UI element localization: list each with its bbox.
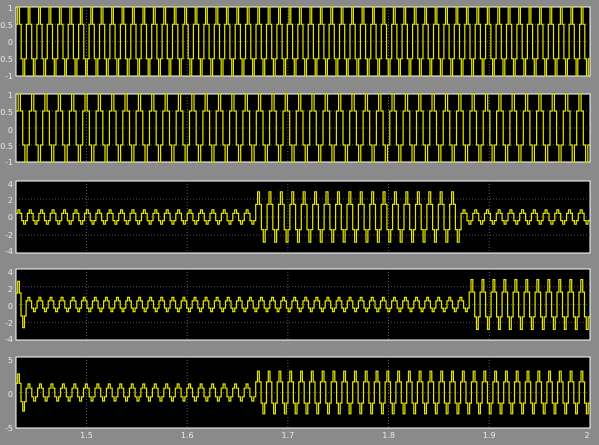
x-tick-label: 1.5 [80, 431, 93, 440]
y-tick-label: 0 [8, 38, 13, 47]
y-tick-label: -1 [5, 72, 13, 81]
x-tick-label: 1.6 [181, 431, 194, 440]
y-tick-label: 0.5 [0, 108, 13, 117]
y-tick-label: -4 [5, 335, 13, 344]
scope-window: 1 0.5 0 -0.5 -1 1 0.5 0 -0.5 -1 4 2 0 -2 -4 4 2 0 -2 -4 5 0 -5… [0, 0, 599, 440]
scope-figure: 1 0.5 0 -0.5 -1 1 0.5 0 -0.5 -1 4 2 0 -2 -4 4 2 0 -2 -4 5 0 -5… [0, 4, 591, 440]
y-tick-label: -5 [5, 424, 13, 433]
y-tick-label: 0 [8, 126, 13, 135]
y-tick-label: 0 [8, 302, 13, 311]
y-tick-label: -4 [5, 247, 13, 256]
scope-panel-1: 1 0.5 0 -0.5 -1 [0, 4, 591, 81]
scope-panel-2: 1 0.5 0 -0.5 -1 [0, 91, 591, 167]
y-tick-label: 0 [8, 390, 13, 399]
y-tick-label: 4 [8, 268, 13, 277]
x-tick-label: 1.8 [382, 431, 395, 440]
y-tick-label: 5 [8, 356, 13, 365]
y-tick-label: 0.5 [0, 21, 13, 30]
y-tick-label: 1 [8, 91, 13, 100]
y-tick-label: 4 [8, 180, 13, 189]
y-tick-label: 2 [8, 285, 13, 294]
x-tick-label: 1.7 [282, 431, 295, 440]
y-tick-label: 0 [8, 213, 13, 222]
y-tick-label: -2 [5, 231, 13, 240]
y-tick-label: -2 [5, 319, 13, 328]
x-tick-label: 1.9 [483, 431, 496, 440]
y-tick-label: 2 [8, 196, 13, 205]
y-tick-label: -0.5 [0, 142, 13, 151]
scope-panel-4: 4 2 0 -2 -4 [5, 268, 591, 344]
scope-panel-3: 4 2 0 -2 -4 [5, 180, 591, 256]
y-tick-label: -1 [5, 158, 13, 167]
y-tick-label: 1 [8, 4, 13, 13]
x-tick-label: 2 [584, 431, 589, 440]
scope-panel-5: 5 0 -5 [5, 356, 591, 433]
y-tick-label: -0.5 [0, 55, 13, 64]
